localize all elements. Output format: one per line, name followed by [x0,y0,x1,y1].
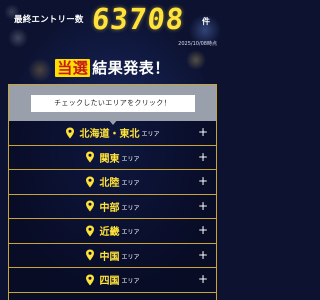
area-item-shikoku[interactable]: 四国 エリア + [9,268,216,293]
area-suffix: エリア [121,278,140,286]
plus-icon: + [197,247,208,262]
area-item-chubu[interactable]: 中部 エリア + [9,195,216,219]
area-panel: チェックしたいエリアをクリック！ 北海道・東北 エリア + 関東 エリア + 北… [8,84,217,300]
area-name: 北陸 [99,178,120,190]
area-suffix: エリア [121,155,140,163]
area-suffix: エリア [121,253,140,261]
area-suffix: エリア [121,229,140,237]
plus-icon: + [197,125,208,139]
title-highlight: 当選 [55,59,91,77]
area-name: 北海道・東北 [79,129,140,141]
entry-count-unit: 件 [202,17,210,26]
entry-count-label: 最終エントリー数 [14,15,84,25]
area-item-kanto[interactable]: 関東 エリア + [9,146,216,170]
map-pin-icon [86,151,95,163]
title-rest: 結果発表！ [92,59,170,77]
plus-icon: + [197,174,208,188]
plus-icon: + [197,149,208,164]
area-suffix: エリア [121,204,140,212]
area-item-chugoku[interactable]: 中国 エリア + [9,244,216,268]
area-item-hokuriku[interactable]: 北陸 エリア + [9,170,216,195]
map-pin-icon [86,225,95,237]
plus-icon: + [197,272,208,286]
area-suffix: エリア [141,131,160,139]
map-pin-icon [86,176,95,188]
area-name: 近畿 [99,227,120,239]
plus-icon: + [197,198,208,213]
page-title: 当選 結果発表！ [0,57,225,78]
plus-icon: + [197,223,208,237]
area-item-kinki[interactable]: 近畿 エリア + [9,219,216,244]
area-prompt: チェックしたいエリアをクリック！ [30,94,195,112]
area-name: 中国 [99,251,120,263]
map-pin-icon [66,127,75,139]
map-pin-icon [86,200,95,212]
area-name: 関東 [99,153,120,165]
entry-count-value: 63708 [90,2,187,36]
map-pin-icon [86,249,95,261]
panel-header: チェックしたいエリアをクリック！ [9,85,216,121]
area-name: 中部 [99,202,120,214]
as-of-date: 2025/10/08時点 [178,41,217,47]
area-name: 四国 [99,276,120,288]
area-item-hokkaido-tohoku[interactable]: 北海道・東北 エリア + [9,121,216,146]
area-suffix: エリア [121,180,140,188]
map-pin-icon [86,274,95,286]
